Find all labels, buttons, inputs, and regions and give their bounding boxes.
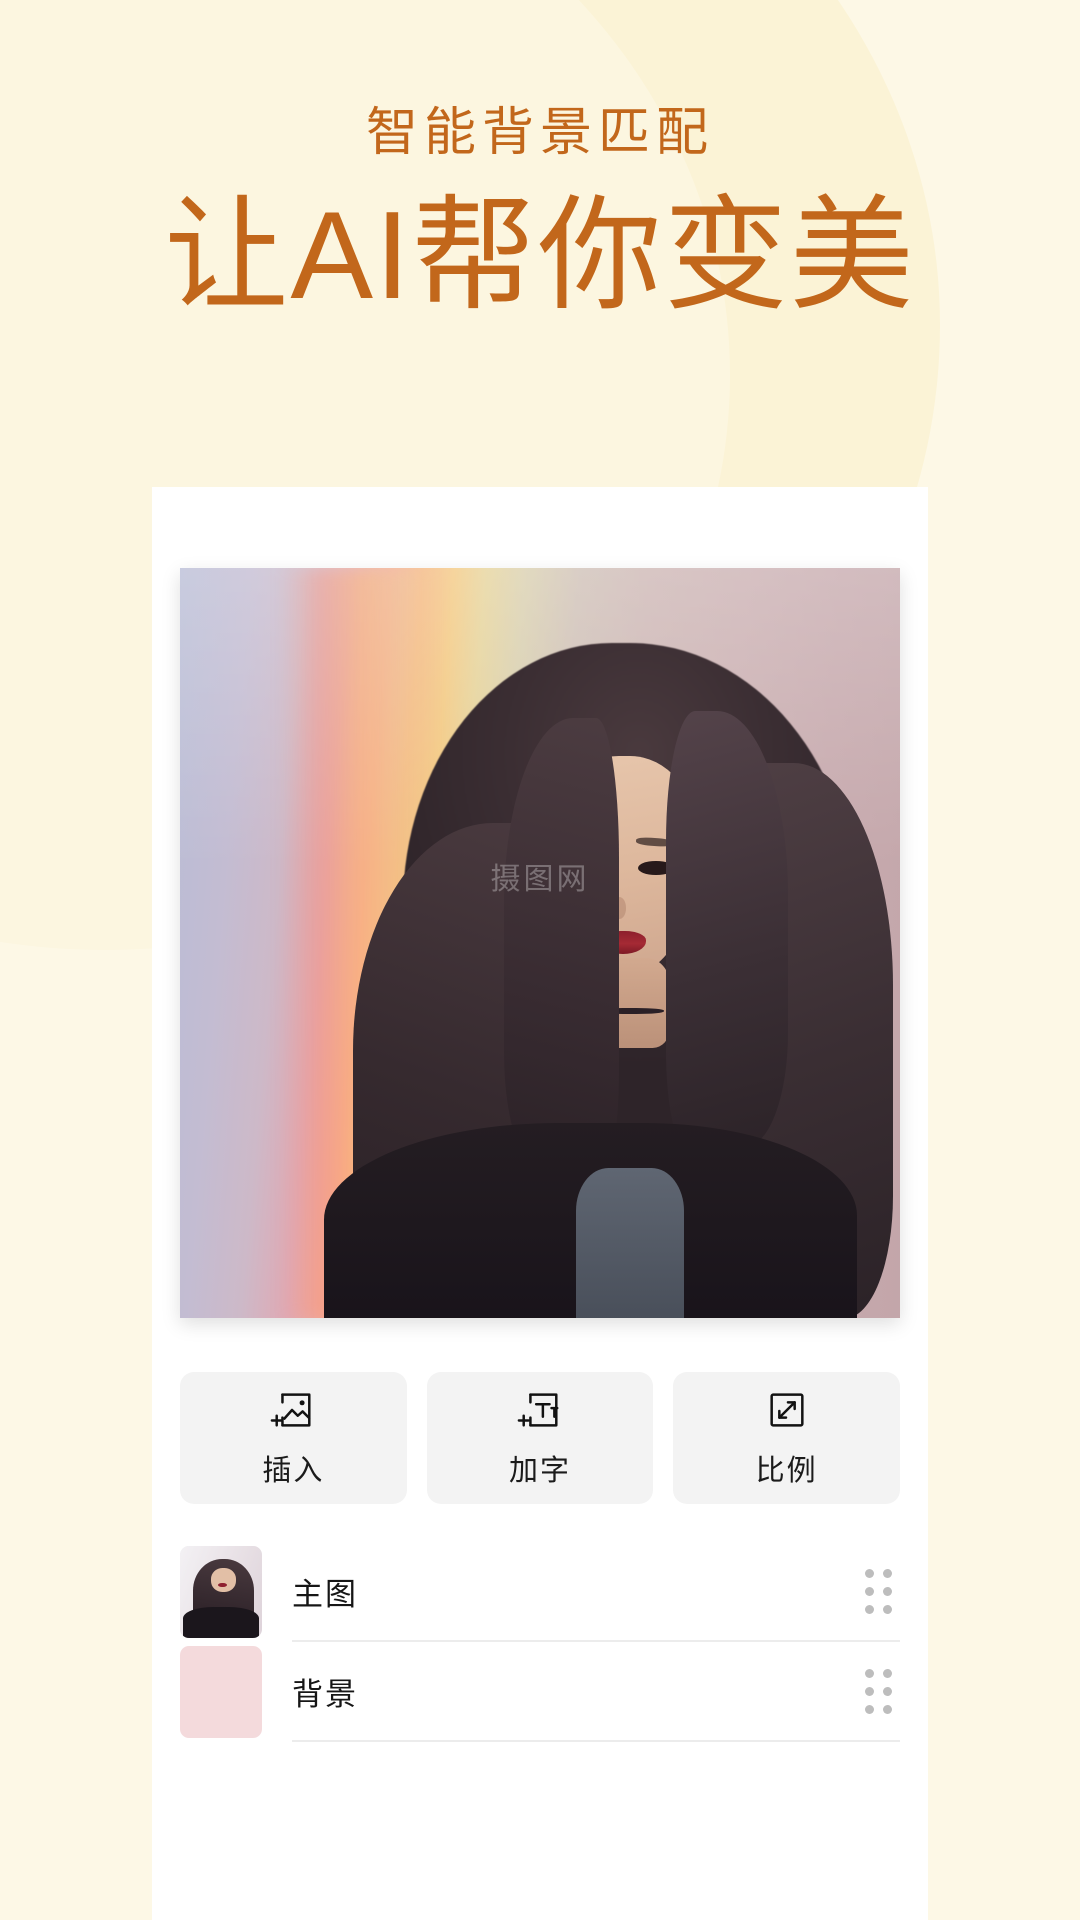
layer-list: 主图 背景 xyxy=(180,1542,900,1742)
tool-button-ratio[interactable]: 比例 xyxy=(673,1372,901,1504)
thumb-face xyxy=(211,1568,236,1592)
layer-row-background-content: 背景 xyxy=(292,1642,900,1742)
layer-thumbnail-photo xyxy=(180,1546,262,1638)
drag-dot xyxy=(883,1604,892,1614)
portrait-subject xyxy=(180,568,900,1318)
layer-row-main-image-content: 主图 xyxy=(292,1542,900,1642)
image-add-icon xyxy=(270,1387,316,1433)
drag-dot xyxy=(865,1704,874,1714)
thumb-body xyxy=(183,1606,259,1638)
drag-dot xyxy=(865,1586,874,1596)
drag-dot xyxy=(865,1568,874,1578)
tool-button-insert-label: 插入 xyxy=(262,1455,325,1487)
layer-thumbnail-photo-art xyxy=(180,1546,262,1638)
drag-dot xyxy=(883,1686,892,1696)
layer-name-background: 背景 xyxy=(292,1676,358,1712)
hair-front-right xyxy=(666,710,789,1146)
tool-button-insert[interactable]: 插入 xyxy=(180,1372,407,1504)
tool-button-add-text-label: 加字 xyxy=(509,1455,572,1487)
layer-row-background[interactable]: 背景 xyxy=(180,1642,900,1742)
drag-dot xyxy=(865,1686,874,1696)
promo-header: 智能背景匹配 让AI帮你变美 xyxy=(0,104,1080,324)
drag-dot xyxy=(865,1668,874,1678)
layer-name-main-image: 主图 xyxy=(292,1576,358,1612)
drag-dot xyxy=(865,1604,874,1614)
layer-thumbnail-color xyxy=(180,1646,262,1738)
resize-ratio-icon xyxy=(764,1387,810,1433)
drag-dot xyxy=(883,1704,892,1714)
text-add-icon xyxy=(517,1387,563,1433)
tool-button-add-text[interactable]: 加字 xyxy=(426,1372,654,1504)
drag-handle-icon[interactable] xyxy=(865,1568,892,1614)
app-screenshot: { "promo": { "subtitle": "智能背景匹配", "titl… xyxy=(0,0,1080,1920)
drag-dot xyxy=(883,1586,892,1596)
drag-handle-icon[interactable] xyxy=(865,1668,892,1714)
app-card: 摄图网 插入 加字 比例 主图 背景 xyxy=(152,487,928,1920)
drag-dot xyxy=(883,1568,892,1578)
editor-canvas[interactable]: 摄图网 xyxy=(180,568,900,1318)
layer-row-main-image[interactable]: 主图 xyxy=(180,1542,900,1642)
promo-title: 让AI帮你变美 xyxy=(164,186,916,325)
promo-subtitle: 智能背景匹配 xyxy=(365,104,714,162)
tool-button-ratio-label: 比例 xyxy=(755,1455,818,1487)
inner-top xyxy=(576,1168,684,1318)
editor-toolbar: 插入 加字 比例 xyxy=(180,1372,901,1504)
drag-dot xyxy=(883,1668,892,1678)
hair-front-left xyxy=(504,718,620,1183)
